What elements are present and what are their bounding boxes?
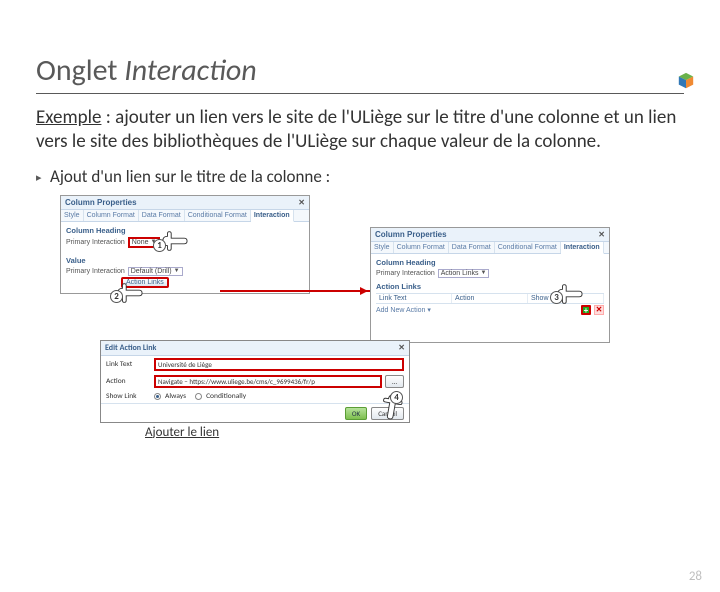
example-label: Exemple xyxy=(36,106,101,129)
add-new-action[interactable]: Add New Action ▾ xyxy=(376,306,431,314)
panel1-value-heading: Value xyxy=(66,256,304,265)
tab-conditional-format[interactable]: Conditional Format xyxy=(185,210,251,221)
tab-data-format[interactable]: Data Format xyxy=(139,210,185,221)
example-text: Exemple : ajouter un lien vers le site d… xyxy=(36,106,684,154)
tab-conditional-format[interactable]: Conditional Format xyxy=(495,242,561,253)
plus-icon[interactable]: + xyxy=(581,305,591,315)
title-emph: Interaction xyxy=(124,52,256,89)
panel1-title-text: Column Properties xyxy=(65,198,137,207)
th-action: Action xyxy=(452,294,528,303)
panel2-tabs: Style Column Format Data Format Conditio… xyxy=(371,242,609,254)
page-number: 28 xyxy=(689,569,702,584)
caption-ajouter-lien: Ajouter le lien xyxy=(145,425,219,440)
page-title: Onglet Interaction xyxy=(36,52,720,89)
th-linktext: Link Text xyxy=(376,294,452,303)
close-icon[interactable]: ✕ xyxy=(398,343,405,353)
tab-style[interactable]: Style xyxy=(371,242,394,253)
tab-interaction[interactable]: Interaction xyxy=(251,210,294,222)
action-more-button[interactable]: … xyxy=(385,375,404,388)
minus-icon[interactable]: ✕ xyxy=(594,305,604,315)
tab-column-format[interactable]: Column Format xyxy=(394,242,449,253)
title-rule xyxy=(36,93,684,94)
label-primary-interaction-2: Primary Interaction xyxy=(66,268,125,275)
dd-al-value: Action Links xyxy=(441,270,479,277)
dd-default-value: Default (Drill) xyxy=(131,268,172,275)
panel1-tabs: Style Column Format Data Format Conditio… xyxy=(61,210,309,222)
radio-always-label: Always xyxy=(165,392,186,401)
close-icon[interactable]: ✕ xyxy=(598,230,605,239)
input-linktext[interactable]: Université de Liège xyxy=(154,358,404,371)
badge-4: 4 xyxy=(390,391,403,404)
panel2-title-text: Column Properties xyxy=(375,230,447,239)
label-showlink: Show Link xyxy=(106,392,151,401)
dd-value-interaction[interactable]: Default (Drill)▼ xyxy=(128,267,183,276)
radio-conditionally[interactable] xyxy=(195,393,202,400)
edit-title: Edit Action Link xyxy=(105,343,156,353)
radio-cond-label: Conditionally xyxy=(206,392,246,401)
badge-2: 2 xyxy=(110,290,123,303)
chevron-down-icon: ▼ xyxy=(481,270,487,276)
cube-logo xyxy=(677,72,695,90)
panel2-heading: Column Heading xyxy=(376,258,604,267)
dd-action-links[interactable]: Action Links▼ xyxy=(438,269,490,278)
sub-bullet: Ajout d'un lien sur le titre de la colon… xyxy=(50,166,684,187)
tab-data-format[interactable]: Data Format xyxy=(449,242,495,253)
label-linktext: Link Text xyxy=(106,360,151,369)
edit-action-link-panel: Edit Action Link ✕ Link Text Université … xyxy=(100,340,410,423)
tab-style[interactable]: Style xyxy=(61,210,84,221)
chevron-down-icon: ▼ xyxy=(174,268,180,274)
badge-3: 3 xyxy=(550,291,563,304)
panel2-title: Column Properties ✕ xyxy=(371,228,609,242)
tab-column-format[interactable]: Column Format xyxy=(84,210,139,221)
ok-button[interactable]: OK xyxy=(345,407,367,420)
dd-none-value: None xyxy=(132,239,149,246)
input-action[interactable]: Navigate – https://www.uliege.be/cms/c_9… xyxy=(154,375,382,388)
title-prefix: Onglet xyxy=(36,52,124,89)
arrow-1-to-2 xyxy=(220,290,370,292)
diagram-area: Column Properties ✕ Style Column Format … xyxy=(60,195,684,440)
tab-interaction[interactable]: Interaction xyxy=(561,242,604,254)
badge-1: 1 xyxy=(153,239,166,252)
label-action: Action xyxy=(106,377,151,386)
label-primary-interaction-3: Primary Interaction xyxy=(376,270,435,277)
panel1-title: Column Properties ✕ xyxy=(61,196,309,210)
example-body: : ajouter un lien vers le site de l'ULiè… xyxy=(36,106,676,153)
label-primary-interaction: Primary Interaction xyxy=(66,239,125,246)
radio-always[interactable] xyxy=(154,393,161,400)
close-icon[interactable]: ✕ xyxy=(298,198,305,207)
